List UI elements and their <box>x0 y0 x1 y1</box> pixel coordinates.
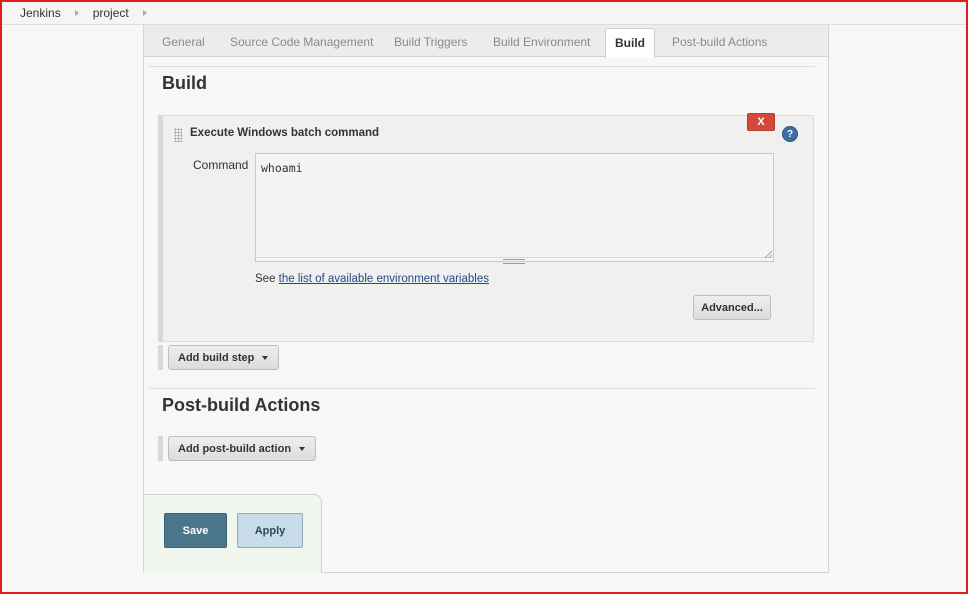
tab-build[interactable]: Build <box>605 28 655 58</box>
breadcrumb-arrow-icon[interactable] <box>142 10 147 16</box>
add-post-build-action-label: Add post-build action <box>178 442 292 455</box>
help-icon[interactable]: ? <box>783 127 797 141</box>
save-apply-bar: Save Apply <box>144 494 322 573</box>
apply-button[interactable]: Apply <box>237 513 303 548</box>
textarea-resize-grip[interactable] <box>255 257 774 264</box>
env-vars-prefix: See <box>255 273 276 285</box>
breadcrumb-project[interactable]: project <box>89 6 133 20</box>
env-vars-link[interactable]: the list of available environment variab… <box>279 273 489 285</box>
tab-general[interactable]: General <box>162 25 205 57</box>
section-divider <box>149 388 815 389</box>
add-post-build-action-button[interactable]: Add post-build action <box>168 436 317 461</box>
add-build-step-label: Add build step <box>178 351 255 364</box>
advanced-button[interactable]: Advanced... <box>693 295 771 320</box>
post-build-section-title: Post-build Actions <box>162 395 321 415</box>
tab-source-code-management[interactable]: Source Code Management <box>230 25 373 57</box>
caret-down-icon <box>299 446 306 451</box>
save-button[interactable]: Save <box>164 513 227 548</box>
command-textarea[interactable] <box>255 153 774 262</box>
build-step-windows-batch: Execute Windows batch command X ? Comman… <box>158 113 814 342</box>
breadcrumb-bar: Jenkins project <box>2 2 966 25</box>
add-post-build-action-wrap: Add post-build action <box>158 436 317 461</box>
caret-down-icon <box>262 355 269 360</box>
build-step-title: Execute Windows batch command <box>190 127 380 139</box>
tab-build-environment[interactable]: Build Environment <box>493 25 590 57</box>
config-panel: General Source Code Management Build Tri… <box>143 25 829 573</box>
env-vars-hint: See the list of available environment va… <box>255 273 489 285</box>
tab-build-triggers[interactable]: Build Triggers <box>394 25 467 57</box>
resize-corner-icon[interactable] <box>764 250 772 258</box>
tab-post-build-actions[interactable]: Post-build Actions <box>672 25 767 57</box>
add-build-step-wrap: Add build step <box>158 345 280 370</box>
add-build-step-button[interactable]: Add build step <box>168 345 280 370</box>
delete-step-button[interactable]: X <box>747 113 775 131</box>
section-divider <box>149 66 815 67</box>
config-tabbar: General Source Code Management Build Tri… <box>144 25 828 58</box>
breadcrumb-arrow-icon[interactable] <box>74 10 79 16</box>
breadcrumb-jenkins[interactable]: Jenkins <box>16 6 65 20</box>
build-section-title: Build <box>162 73 207 93</box>
command-label: Command <box>193 158 249 172</box>
drag-handle-icon[interactable] <box>174 128 182 142</box>
